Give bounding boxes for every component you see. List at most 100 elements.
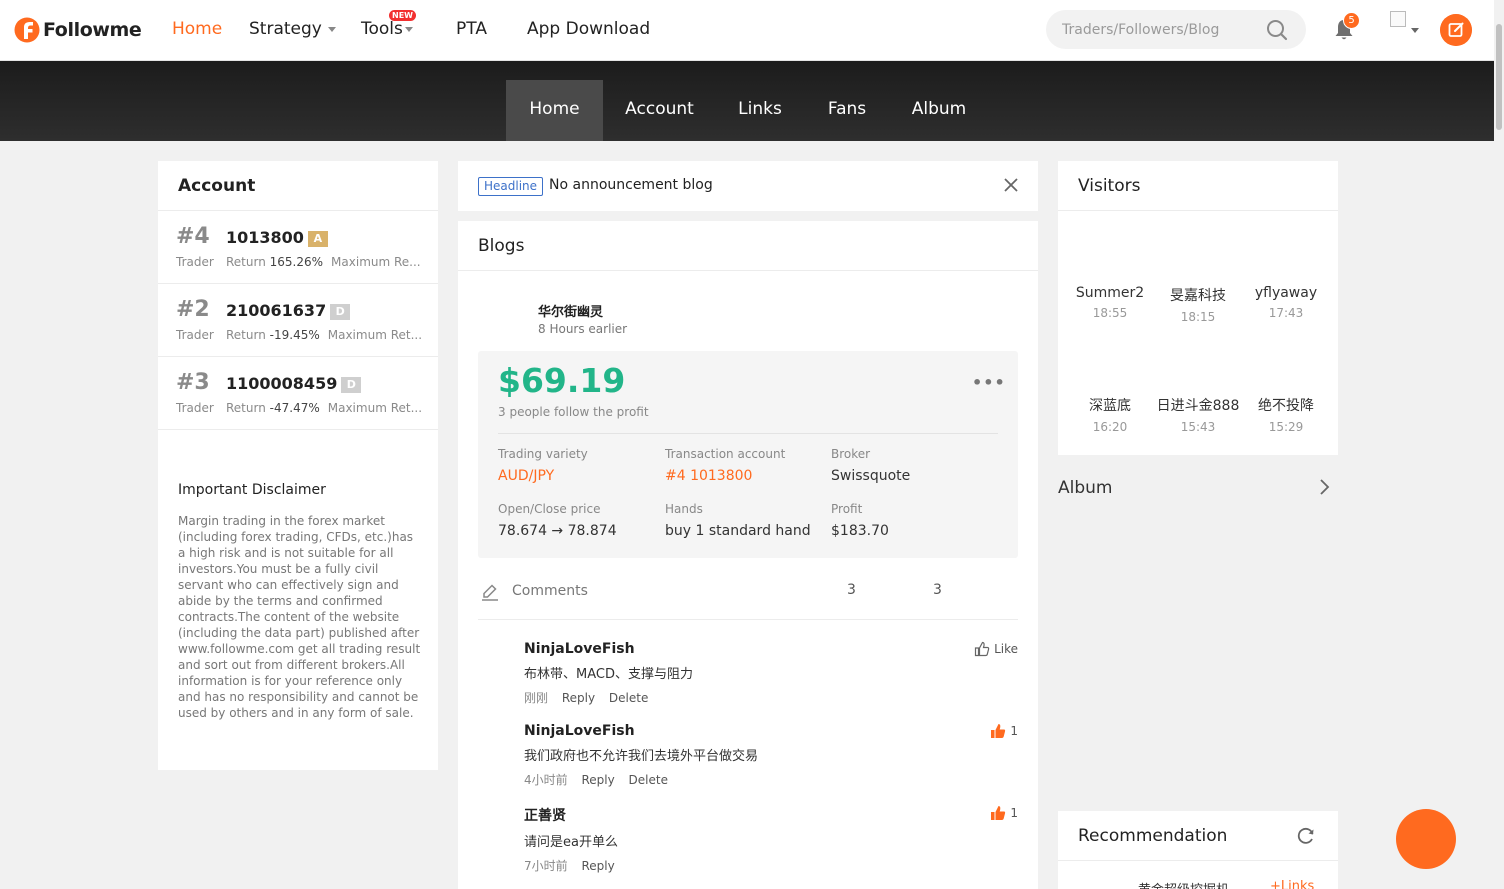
search-input[interactable] (1062, 10, 1262, 49)
nav-home[interactable]: Home (172, 19, 222, 39)
like-label: Like (994, 642, 1018, 656)
comment-meta: 4小时前 Reply Delete (524, 771, 1018, 788)
visitor-item[interactable]: 日进斗金888 15:43 (1153, 395, 1243, 434)
recommendation-card: Recommendation 黄金超级挖掘机 +Links (1058, 811, 1338, 889)
nav-strategy[interactable]: Strategy (249, 19, 336, 39)
account-role: Trader (176, 328, 214, 342)
reply-button[interactable]: Reply (581, 859, 614, 873)
like-count[interactable]: 3 (933, 582, 942, 598)
visitor-item[interactable]: 绝不投降 15:29 (1241, 395, 1331, 434)
hands-value: buy 1 standard hand (665, 523, 811, 539)
account-row[interactable]: #2 Trader 210061637 D Return -19.45% Maxim… (158, 284, 438, 357)
comment-item: NinjaLoveFish 我们政府也不允许我们去境外平台做交易 4小时前 Re… (524, 723, 1018, 788)
like-count: 1 (1010, 806, 1018, 820)
visit-time: 18:15 (1180, 310, 1216, 324)
account-row[interactable]: #3 Trader 1100008459 D Return -47.47% Maxi… (158, 357, 438, 430)
tab-fans[interactable]: Fans (812, 80, 882, 141)
account-row[interactable]: #4 Trader 1013800 A Return 165.26% Maximum… (158, 211, 438, 284)
recommended-user-name[interactable]: 黄金超级挖掘机 (1138, 879, 1229, 889)
transaction-account-value[interactable]: #4 1013800 (665, 468, 752, 484)
close-icon[interactable] (1004, 178, 1018, 192)
disclaimer-title: Important Disclaimer (178, 482, 326, 498)
nav-strategy-label: Strategy (249, 19, 322, 39)
headline-bar: Headline No announcement blog (458, 161, 1038, 211)
account-return: Return -19.45% Maximum Ret... (226, 328, 422, 342)
blogs-card: Blogs 华尔街幽灵 8 Hours earlier $69.19 3 peo… (458, 221, 1038, 889)
follow-profit-text: 3 people follow the profit (498, 405, 649, 419)
user-avatar[interactable] (1390, 11, 1406, 27)
more-options-icon[interactable]: ••• (972, 373, 1006, 392)
profile-header: Home Account Links Fans Album (0, 61, 1504, 141)
trade-share-box[interactable]: $69.19 3 people follow the profit ••• Tr… (478, 351, 1018, 558)
nav-app-download[interactable]: App Download (527, 19, 650, 39)
page-scrollbar[interactable] (1494, 0, 1504, 889)
chevron-right-icon[interactable] (1318, 478, 1330, 496)
visitor-item[interactable]: 旻嘉科技 18:15 (1153, 285, 1243, 324)
broker-value: Swissquote (831, 468, 911, 484)
tab-album[interactable]: Album (898, 80, 980, 141)
max-drawdown-label: Maximum Ret... (327, 328, 423, 342)
account-role: Trader (176, 401, 214, 415)
like-count: 1 (1010, 724, 1018, 738)
chevron-down-icon (327, 26, 336, 32)
return-value: -19.45% (269, 328, 320, 342)
visitors-card: Visitors Summer2 18:55 旻嘉科技 18:15 yflyaw… (1058, 161, 1338, 455)
account-id: 1100008459 D (226, 374, 362, 393)
return-label: Return (226, 255, 266, 269)
grade-badge: D (330, 304, 351, 320)
open-close-price-value: 78.674 → 78.874 (498, 523, 617, 539)
field-label: Open/Close price (498, 502, 601, 516)
profit-amount: $69.19 (498, 361, 626, 400)
max-drawdown-label: Maximum Ret... (327, 401, 423, 415)
visit-time: 15:29 (1268, 420, 1304, 434)
comment-time: 刚刚 (524, 691, 549, 705)
like-button[interactable]: Like (974, 641, 1018, 657)
comments-bar: Comments 3 3 (478, 572, 1018, 620)
visitor-name: yflyaway (1254, 285, 1318, 301)
account-rank: #2 (176, 297, 210, 322)
account-id: 1013800 A (226, 228, 328, 247)
floating-action-button[interactable] (1396, 809, 1456, 869)
field-label: Transaction account (665, 447, 786, 461)
notification-badge: 5 (1343, 12, 1360, 29)
nav-tools[interactable]: Tools NEW (361, 10, 416, 39)
account-rank: #4 (176, 224, 210, 249)
album-section[interactable]: Album (1058, 470, 1338, 506)
author-avatar[interactable] (478, 251, 516, 289)
account-return: Return -47.47% Maximum Ret... (226, 401, 422, 415)
publish-button[interactable] (1440, 14, 1472, 46)
tab-links[interactable]: Links (720, 80, 800, 141)
comment-time: 7小时前 (524, 859, 568, 873)
refresh-icon[interactable] (1296, 826, 1316, 846)
repost-count[interactable]: 3 (847, 582, 856, 598)
author-name[interactable]: 华尔街幽灵 (538, 301, 603, 320)
comment-user[interactable]: 正善贤 (524, 805, 1018, 825)
comment-item: 正善贤 请问是ea开单么 7小时前 Reply 1 (524, 805, 1018, 874)
visitor-item[interactable]: 深蓝底 16:20 (1065, 395, 1155, 434)
comment-user[interactable]: NinjaLoveFish (524, 723, 1018, 739)
followme-logo[interactable]: Followme (14, 15, 142, 45)
reply-button[interactable]: Reply (562, 691, 595, 705)
comment-user[interactable]: NinjaLoveFish (524, 641, 1018, 657)
chevron-down-icon[interactable] (1411, 28, 1419, 33)
comments-button[interactable]: Comments (512, 583, 588, 599)
like-button[interactable]: 1 (990, 805, 1018, 821)
tab-account[interactable]: Account (612, 80, 707, 141)
comment-meta: 7小时前 Reply (524, 857, 1018, 874)
tab-home[interactable]: Home (506, 80, 603, 141)
max-drawdown-label: Maximum Re... (331, 255, 421, 269)
delete-button[interactable]: Delete (629, 773, 668, 787)
visitor-item[interactable]: yflyaway 17:43 (1241, 285, 1331, 320)
delete-button[interactable]: Delete (609, 691, 648, 705)
comment-item: NinjaLoveFish 布林带、MACD、支撑与阻力 刚刚 Reply De… (524, 641, 1018, 706)
search-icon[interactable] (1266, 19, 1288, 41)
reply-button[interactable]: Reply (581, 773, 614, 787)
trading-variety-value[interactable]: AUD/JPY (498, 468, 554, 484)
add-link-button[interactable]: +Links (1270, 879, 1314, 889)
account-number: 1013800 (226, 228, 304, 247)
visitor-item[interactable]: Summer2 18:55 (1065, 285, 1155, 320)
edit-comment-icon[interactable] (480, 582, 500, 602)
like-button[interactable]: 1 (990, 723, 1018, 739)
scrollbar-thumb[interactable] (1496, 24, 1502, 130)
nav-pta[interactable]: PTA (456, 19, 487, 39)
